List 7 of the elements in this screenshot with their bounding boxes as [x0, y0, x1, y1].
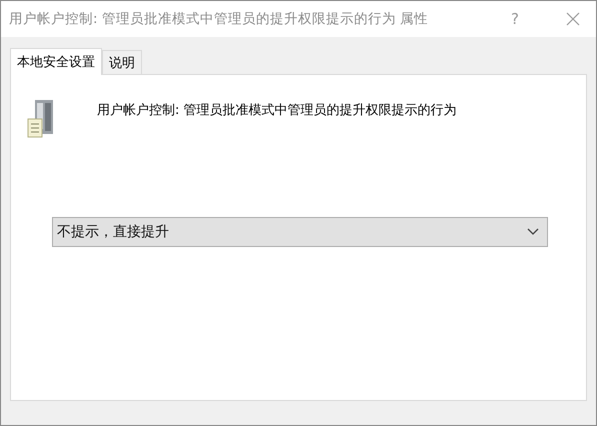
window-title: 用户帐户控制: 管理员批准模式中管理员的提升权限提示的行为 属性	[9, 10, 430, 28]
tab[interactable]: 本地安全设置	[10, 48, 102, 75]
close-icon	[566, 12, 580, 26]
tab[interactable]: 说明	[102, 50, 142, 74]
dropdown[interactable]: 不提示，直接提升	[52, 217, 548, 247]
policy-title: 用户帐户控制: 管理员批准模式中管理员的提升权限提示的行为	[97, 102, 457, 119]
chevron-down-icon	[527, 228, 539, 236]
